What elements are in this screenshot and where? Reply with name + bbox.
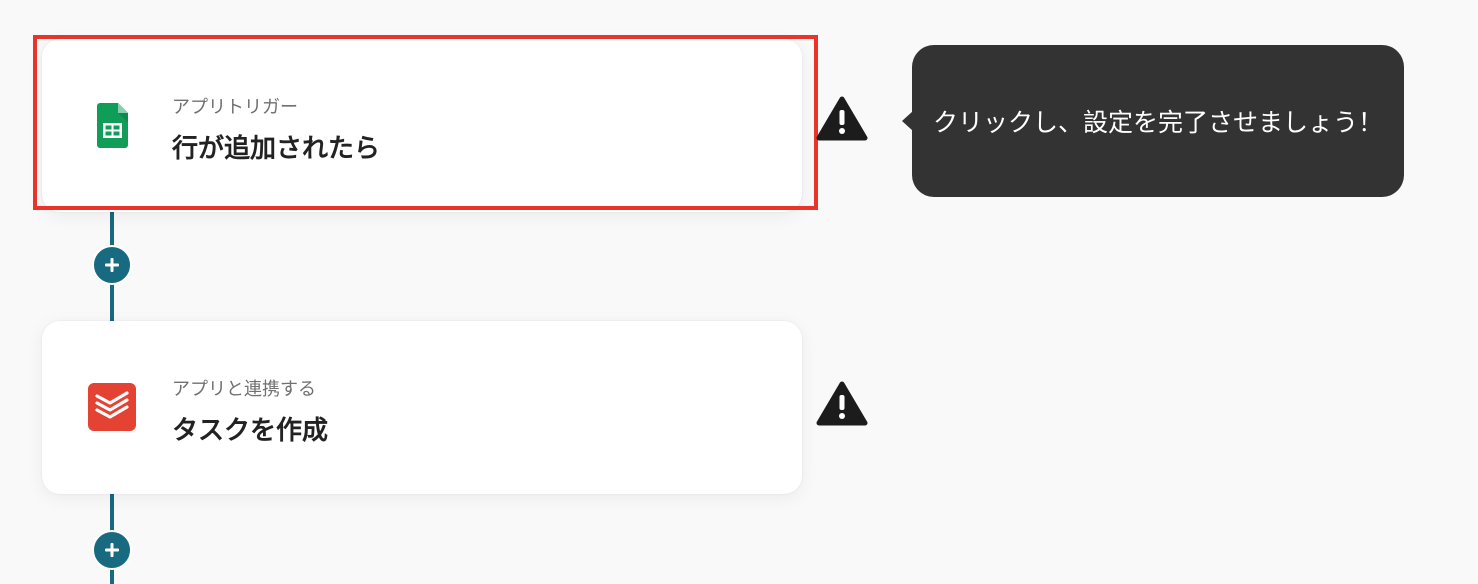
step-title: タスクを作成: [172, 416, 329, 446]
step-type-label: アプリと連携する: [172, 379, 316, 400]
setup-tooltip: クリックし、設定を完了させましょう！: [902, 45, 1404, 197]
trigger-step-card[interactable]: アプリトリガー 行が追加されたら: [42, 39, 802, 212]
add-step-button[interactable]: [92, 530, 132, 570]
add-step-button[interactable]: [92, 245, 132, 285]
plus-icon: [105, 258, 119, 272]
tooltip-text: クリックし、設定を完了させましょう！: [932, 108, 1383, 137]
step-type-label: アプリトリガー: [172, 97, 298, 118]
warning-triangle-icon: [816, 381, 868, 426]
google-sheets-icon: [97, 103, 128, 148]
warning-triangle-icon: [816, 96, 868, 141]
action-step-card[interactable]: アプリと連携する タスクを作成: [42, 321, 802, 494]
todoist-icon: [88, 383, 136, 431]
tooltip-arrow: [902, 111, 913, 131]
step-title: 行が追加されたら: [172, 134, 381, 164]
plus-icon: [105, 543, 119, 557]
